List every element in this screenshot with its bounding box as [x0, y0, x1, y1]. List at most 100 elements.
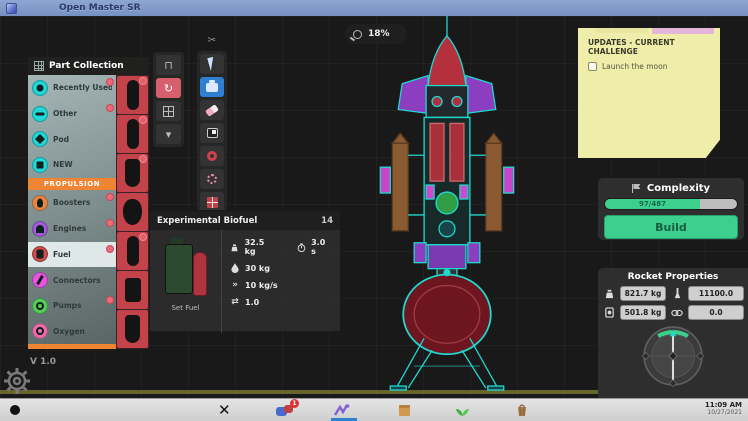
category-pod[interactable]: Pod	[28, 126, 116, 152]
part-tile[interactable]	[117, 271, 148, 309]
category-other[interactable]: Other	[28, 101, 116, 127]
part-tile[interactable]	[117, 115, 148, 153]
part-tile[interactable]	[117, 154, 148, 192]
category-boosters[interactable]: Boosters	[28, 190, 116, 216]
boosters-icon	[32, 195, 48, 211]
paint-roller-icon	[207, 128, 218, 138]
rocket-blueprint[interactable]	[362, 16, 532, 394]
complexity-title: Complexity	[647, 183, 710, 194]
pod-icon	[32, 131, 48, 147]
symmetry-tool-button[interactable]	[200, 192, 224, 212]
stat-mass: 32.5 kg	[245, 238, 277, 256]
category-connectors[interactable]: Connectors	[28, 267, 116, 293]
zoom-indicator[interactable]: 18%	[345, 24, 407, 44]
camera-icon	[206, 83, 218, 92]
rocket-properties-title: Rocket Properties	[603, 272, 743, 282]
plant-app-icon[interactable]	[450, 402, 474, 419]
mass-icon	[230, 243, 240, 252]
category-recently-used[interactable]: Recently Used	[28, 75, 116, 101]
fuel-gauge-icon	[602, 307, 616, 318]
part-badge	[139, 77, 147, 85]
connectors-icon	[32, 272, 48, 288]
dotted-ring-tool-button[interactable]	[200, 169, 224, 189]
ring-icon	[207, 151, 217, 161]
category-badge	[106, 78, 114, 86]
twr-icon	[670, 308, 684, 318]
challenge-checkbox[interactable]	[588, 62, 597, 71]
paint-tool-button[interactable]	[200, 123, 224, 143]
part-collection-header: Part Collection	[28, 57, 149, 75]
propulsion-section-header: PROPULSION	[28, 178, 116, 190]
active-builder-app-icon[interactable]	[330, 402, 354, 419]
droplet-icon	[230, 263, 240, 273]
zoom-value: 18%	[368, 29, 390, 39]
part-tile[interactable]	[117, 193, 148, 231]
app-icon	[6, 3, 17, 14]
box-app-icon[interactable]	[392, 402, 416, 419]
fuel-canister-image	[165, 238, 207, 298]
fuel-value: 501.8 kg	[620, 305, 666, 320]
category-oxygen[interactable]: Oxygen	[28, 319, 116, 345]
build-area[interactable]: Part Collection Recently Used Other	[0, 16, 748, 398]
part-tooltip: Experimental Biofuel 14 Set Fuel 32.5 kg	[149, 210, 341, 332]
start-button[interactable]	[10, 405, 20, 415]
tooltip-action-label: Set Fuel	[171, 304, 199, 312]
clock[interactable]: 11:09 AM 10/27/2021	[705, 401, 742, 417]
part-tile[interactable]	[117, 76, 148, 114]
pumps-icon	[32, 298, 48, 314]
complexity-progress-text: 97/487	[605, 199, 700, 210]
rotate-tool-button[interactable]: ↻	[156, 78, 181, 98]
timer-icon	[297, 243, 307, 252]
collapse-button[interactable]: ▾	[156, 124, 181, 144]
category-engines[interactable]: Engines	[28, 216, 116, 242]
note-title: UPDATES - CURRENT CHALLENGE	[578, 28, 720, 59]
oxygen-icon	[32, 323, 48, 339]
date-label: 10/27/2021	[705, 409, 742, 416]
part-badge	[139, 233, 147, 241]
eraser-tool-button[interactable]	[200, 100, 224, 120]
grid-icon	[34, 61, 44, 71]
symmetry-grid-icon	[207, 197, 218, 208]
category-badge	[106, 296, 114, 304]
grid-tool-button[interactable]	[156, 101, 181, 121]
panel-footer-strip	[28, 344, 116, 349]
taskbar: ✕ 1 11:09 AM 10/27/2021	[0, 398, 748, 421]
fuel-icon	[32, 246, 48, 262]
time-label: 11:09 AM	[705, 401, 742, 409]
new-icon	[32, 157, 48, 173]
basket-app-icon[interactable]	[510, 402, 534, 419]
clamp-tool-button[interactable]: ⊓	[156, 55, 181, 75]
complexity-panel: Complexity 97/487 Build	[598, 178, 744, 240]
controller-app-icon[interactable]: 1	[272, 402, 296, 419]
tools-app-icon[interactable]: ✕	[218, 401, 231, 419]
challenge-item[interactable]: Launch the moon	[578, 59, 720, 74]
recently-used-icon	[32, 80, 48, 96]
camera-tool-button[interactable]	[200, 77, 224, 97]
ring-tool-button[interactable]	[200, 146, 224, 166]
settings-gear-icon[interactable]	[2, 366, 32, 398]
part-tile[interactable]	[117, 310, 148, 348]
stat-ratio: 1.0	[245, 298, 259, 307]
category-fuel[interactable]: Fuel	[28, 242, 116, 268]
attitude-compass	[603, 323, 743, 389]
cursor-icon	[207, 57, 216, 71]
part-collection-panel: Part Collection Recently Used Other	[28, 57, 149, 349]
challenge-note[interactable]: UPDATES - CURRENT CHALLENGE Launch the m…	[578, 28, 720, 158]
part-tile[interactable]	[117, 232, 148, 270]
challenge-label: Launch the moon	[602, 62, 667, 71]
thrust-icon	[670, 288, 684, 299]
category-badge	[106, 193, 114, 201]
magnifier-icon	[353, 30, 362, 39]
category-badge	[106, 219, 114, 227]
build-button[interactable]: Build	[604, 215, 738, 239]
category-badge	[106, 245, 114, 253]
stat-flow-rate: 10 kg/s	[245, 281, 278, 290]
dotted-ring-icon	[207, 174, 217, 184]
rocket-properties-panel: Rocket Properties 821.7 kg 11100.0 501.8…	[598, 268, 748, 398]
tooltip-count: 14	[321, 216, 333, 226]
category-pumps[interactable]: Pumps	[28, 293, 116, 319]
category-new[interactable]: NEW	[28, 152, 116, 178]
ratio-icon: ⇄	[230, 297, 240, 307]
select-tool-button[interactable]	[200, 54, 224, 74]
cut-tool-button[interactable]: ✂	[202, 34, 222, 48]
